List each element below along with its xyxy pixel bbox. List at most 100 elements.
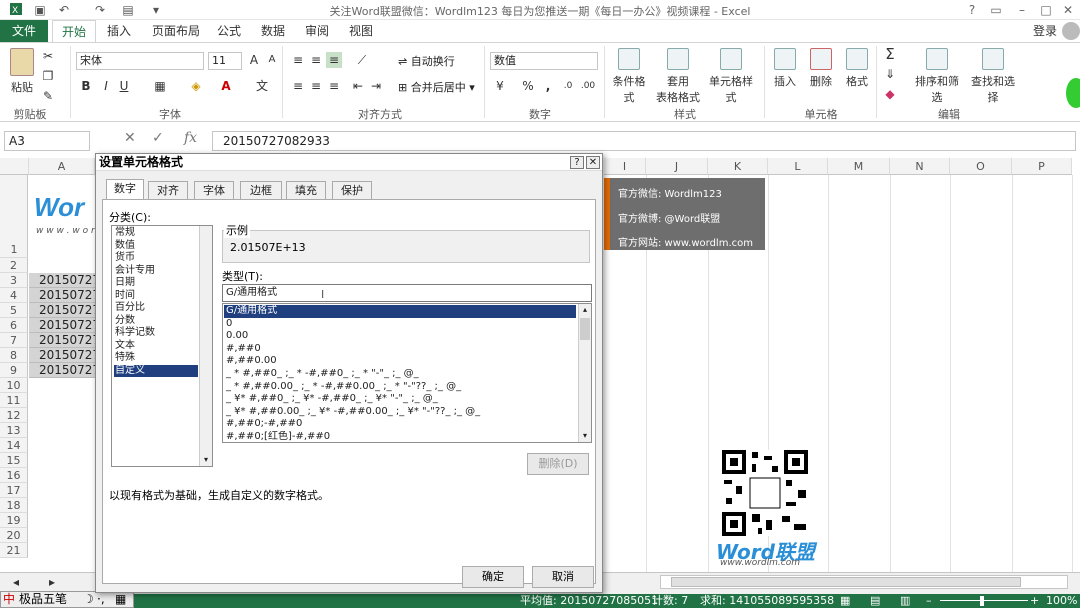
- cell-a7[interactable]: 20150727: [29, 333, 95, 348]
- row-header-21[interactable]: 21: [0, 543, 28, 558]
- align-middle-icon[interactable]: ≡: [308, 52, 324, 68]
- phonetic-icon[interactable]: 文: [254, 78, 270, 94]
- category-item[interactable]: 特殊: [114, 352, 198, 365]
- format-scroll-thumb[interactable]: [580, 318, 590, 340]
- italic-button[interactable]: I: [98, 78, 114, 94]
- dialog-close-icon[interactable]: ✕: [586, 156, 600, 169]
- format-cells-button[interactable]: 格式: [842, 48, 872, 89]
- row-header-8[interactable]: 8: [0, 348, 28, 363]
- merge-center-button[interactable]: ⊞ 合并后居中 ▾: [398, 79, 475, 95]
- percent-button[interactable]: %: [520, 78, 536, 94]
- cell-a9[interactable]: 20150727: [29, 363, 95, 378]
- cell-a6[interactable]: 20150727: [29, 318, 95, 333]
- select-all-corner[interactable]: [0, 158, 29, 175]
- save-icon[interactable]: ▣: [32, 2, 48, 18]
- maximize-icon[interactable]: □: [1036, 2, 1056, 18]
- category-item[interactable]: 时间: [114, 290, 198, 303]
- avatar[interactable]: [1062, 22, 1080, 40]
- delete-format-button[interactable]: 删除(D): [527, 453, 589, 475]
- row-header-19[interactable]: 19: [0, 513, 28, 528]
- align-center-icon[interactable]: ≡: [308, 78, 324, 94]
- tab-home[interactable]: 开始: [52, 20, 96, 42]
- dialog-tab-protection[interactable]: 保护: [332, 181, 372, 200]
- format-item[interactable]: _ * #,##0_ ;_ * -#,##0_ ;_ * "-"_ ;_ @_: [224, 368, 576, 381]
- dialog-tab-border[interactable]: 边框: [240, 181, 282, 200]
- category-item[interactable]: 科学记数: [114, 327, 198, 340]
- category-scrollbar[interactable]: ▾: [199, 226, 212, 466]
- conditional-format-button[interactable]: 条件格式: [608, 48, 650, 105]
- row-header-12[interactable]: 12: [0, 408, 28, 423]
- login-link[interactable]: 登录: [1028, 20, 1062, 42]
- increase-font-icon[interactable]: A: [246, 52, 262, 68]
- scroll-left-icon[interactable]: ◂: [8, 574, 24, 590]
- row-header-15[interactable]: 15: [0, 453, 28, 468]
- redo-icon[interactable]: ↷: [92, 2, 108, 18]
- align-left-icon[interactable]: ≡: [290, 78, 306, 94]
- increase-decimal-icon[interactable]: .0: [560, 78, 576, 94]
- ok-button[interactable]: 确定: [462, 566, 524, 588]
- cell-a3[interactable]: 20150727: [29, 273, 95, 288]
- find-select-button[interactable]: 查找和选择: [966, 48, 1020, 105]
- cell-a4[interactable]: 20150727: [29, 288, 95, 303]
- copy-icon[interactable]: ❐: [40, 68, 56, 84]
- row-header-17[interactable]: 17: [0, 483, 28, 498]
- name-box[interactable]: A3: [4, 131, 90, 151]
- delete-cells-button[interactable]: 删除: [806, 48, 836, 89]
- increase-indent-icon[interactable]: ⇥: [368, 78, 384, 94]
- tab-view[interactable]: 视图: [342, 20, 380, 42]
- print-preview-icon[interactable]: ▤: [120, 2, 136, 18]
- scroll-up-icon[interactable]: ▴: [580, 305, 590, 315]
- scroll-down-icon[interactable]: ▾: [580, 431, 590, 441]
- tab-insert[interactable]: 插入: [100, 20, 138, 42]
- format-item[interactable]: 0: [224, 318, 576, 331]
- normal-view-icon[interactable]: ▦: [840, 594, 850, 608]
- format-item[interactable]: #,##0: [224, 343, 576, 356]
- column-header-k[interactable]: K: [708, 158, 768, 175]
- clear-icon[interactable]: ◆: [882, 86, 898, 102]
- zoom-slider-thumb[interactable]: [980, 596, 984, 606]
- bold-button[interactable]: B: [78, 78, 94, 94]
- category-item[interactable]: 百分比: [114, 302, 198, 315]
- format-item[interactable]: _ ¥* #,##0_ ;_ ¥* -#,##0_ ;_ ¥* "-"_ ;_ …: [224, 393, 576, 406]
- category-item-selected[interactable]: 自定义: [114, 364, 198, 377]
- scroll-right-icon[interactable]: ▸: [44, 574, 60, 590]
- page-break-icon[interactable]: ▥: [900, 594, 910, 608]
- category-item[interactable]: 文本: [114, 340, 198, 353]
- row-header-11[interactable]: 11: [0, 393, 28, 408]
- comma-button[interactable]: ,: [540, 78, 556, 94]
- paste-button[interactable]: 粘贴: [8, 48, 36, 95]
- format-item[interactable]: 0.00: [224, 330, 576, 343]
- tab-page-layout[interactable]: 页面布局: [146, 20, 206, 42]
- tab-review[interactable]: 审阅: [298, 20, 336, 42]
- row-header-9[interactable]: 9: [0, 363, 28, 378]
- fx-icon[interactable]: fx: [184, 130, 197, 146]
- category-item[interactable]: 常规: [114, 227, 198, 240]
- format-list[interactable]: G/通用格式 0 0.00 #,##0 #,##0.00 _ * #,##0_ …: [222, 303, 592, 443]
- category-item[interactable]: 数值: [114, 240, 198, 253]
- cell-styles-button[interactable]: 单元格样式: [704, 48, 758, 105]
- decrease-font-icon[interactable]: A: [264, 52, 280, 68]
- minimize-icon[interactable]: –: [1012, 2, 1032, 18]
- format-item[interactable]: _ ¥* #,##0.00_ ;_ ¥* -#,##0.00_ ;_ ¥* "-…: [224, 406, 576, 419]
- font-color-icon[interactable]: A: [218, 78, 234, 94]
- font-name-select[interactable]: 宋体: [76, 52, 204, 70]
- tab-formulas[interactable]: 公式: [210, 20, 248, 42]
- zoom-slider[interactable]: [940, 600, 1028, 601]
- category-item[interactable]: 日期: [114, 277, 198, 290]
- column-header-a[interactable]: A: [29, 158, 95, 175]
- dialog-tab-alignment[interactable]: 对齐: [148, 181, 188, 200]
- align-bottom-icon[interactable]: ≡: [326, 52, 342, 68]
- format-item-selected[interactable]: G/通用格式: [224, 305, 576, 318]
- type-input[interactable]: G/通用格式: [222, 284, 592, 302]
- autosum-icon[interactable]: Σ: [882, 46, 898, 62]
- number-format-select[interactable]: 数值: [490, 52, 598, 70]
- customize-icon[interactable]: ▾: [148, 2, 164, 18]
- horizontal-scrollbar[interactable]: [660, 575, 1068, 589]
- align-top-icon[interactable]: ≡: [290, 52, 306, 68]
- enter-icon[interactable]: ✓: [152, 130, 164, 146]
- dialog-tab-number[interactable]: 数字: [106, 179, 144, 200]
- row-header-6[interactable]: 6: [0, 318, 28, 333]
- cell-a8[interactable]: 20150727: [29, 348, 95, 363]
- tab-file[interactable]: 文件: [0, 20, 48, 42]
- page-layout-icon[interactable]: ▤: [870, 594, 880, 608]
